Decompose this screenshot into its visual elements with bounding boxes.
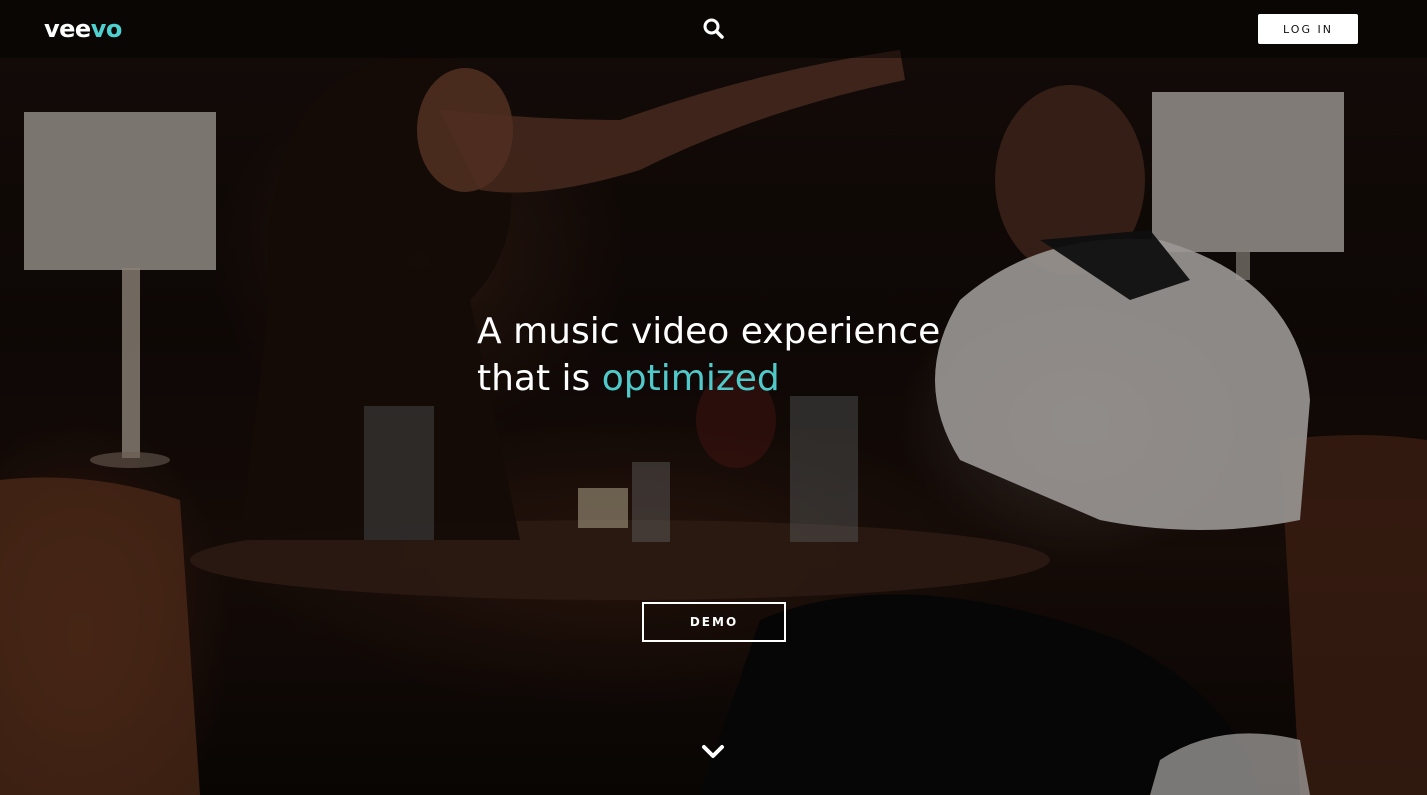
logo-text-accent: vo xyxy=(90,15,123,43)
hero-headline: A music video experience that is optimiz… xyxy=(477,308,997,402)
headline-line-2-prefix: that is xyxy=(477,358,602,399)
chevron-down-icon[interactable] xyxy=(699,738,727,766)
hero-section: veevo LOG IN A music video experience th… xyxy=(0,0,1427,795)
demo-button[interactable]: DEMO xyxy=(642,602,786,642)
headline-line-1: A music video experience xyxy=(477,311,941,352)
veevo-logo[interactable]: veevo xyxy=(44,14,122,44)
top-navigation-bar: veevo LOG IN xyxy=(0,0,1427,58)
search-icon[interactable] xyxy=(701,16,727,42)
search-icon-graphic xyxy=(703,18,724,39)
login-button[interactable]: LOG IN xyxy=(1258,14,1358,44)
logo-text-white: vee xyxy=(44,15,91,43)
chevron-down-icon-graphic xyxy=(702,745,724,758)
headline-highlight: optimized xyxy=(601,358,780,399)
